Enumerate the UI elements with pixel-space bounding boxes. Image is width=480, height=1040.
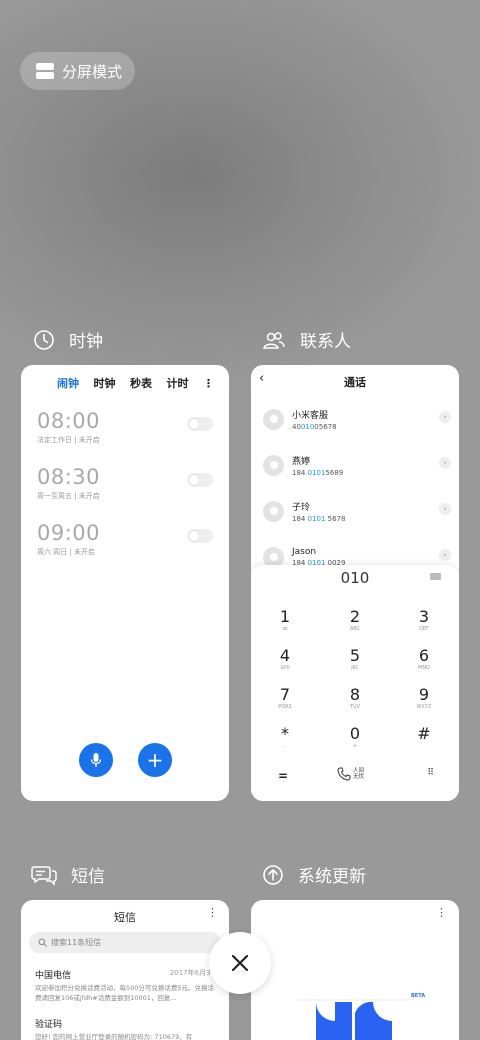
update-arrow-icon [263, 864, 283, 885]
contacts-icon [263, 331, 285, 349]
dial-key[interactable]: 0 + [330, 724, 380, 749]
dial-key[interactable]: 9 WXYZ [399, 685, 449, 710]
dial-key[interactable]: 3 DEF [399, 607, 449, 632]
alarm-item[interactable]: 09:00 周六 周日 | 未开启 [37, 521, 213, 565]
messages-app-card[interactable]: 短信 ⋮ 搜索11条短信 中国电信 2017年6月30 欢迎参加积分兑换话费活动… [21, 900, 229, 1040]
update-logo-graphic [297, 999, 409, 1040]
message-preview: 欢迎参加积分兑换话费活动，每500分可兑换话费5元。兑换话费请回复106或jfd… [35, 984, 215, 1002]
dialpad: 010 1ꝏ 2 ABC 3 DEF 4 GHI 5 JKL 6 MNO 7 PQRS 8T… [251, 565, 459, 801]
dial-key[interactable]: 5 JKL [330, 646, 380, 671]
voice-alarm-button[interactable] [79, 743, 113, 777]
contacts-app-card[interactable]: ‹ 通话 小米客服 4001005678 › 燕婷 184 01015689 ›… [251, 365, 459, 801]
contact-number: 184 0101 5678 [292, 514, 346, 523]
dial-key[interactable]: # [399, 724, 449, 743]
contacts-app-name: 联系人 [300, 332, 351, 352]
chevron-right-icon[interactable]: › [439, 411, 451, 423]
search-icon [38, 938, 47, 947]
message-preview: 您好! 您的网上营业厅登录的随机密码为: 710679，有 [35, 1033, 193, 1040]
dial-key[interactable]: *, [260, 724, 310, 749]
dial-key[interactable]: 1ꝏ [260, 607, 310, 632]
contact-item[interactable]: 小米客服 4001005678 › [263, 403, 451, 435]
dial-key[interactable]: 8 TUV [330, 685, 380, 710]
tab-alarm[interactable]: 闹钟 [57, 375, 79, 391]
calls-title: 通话 [344, 376, 366, 389]
avatar [263, 408, 284, 430]
clock-app-card[interactable]: 闹钟 时钟 秒表 计时 ⋮ 08:00 法定工作日 | 未开启 08:30 周一… [21, 365, 229, 801]
microphone-icon [90, 753, 102, 767]
dial-key[interactable]: 2 ABC [330, 607, 380, 632]
contact-name: 小米客服 [292, 410, 329, 421]
more-menu-icon[interactable]: ⋮ [203, 377, 214, 390]
dialpad-grid-icon[interactable]: ⠿ [427, 768, 434, 778]
alarm-item[interactable]: 08:30 周一至周五 | 未开启 [37, 465, 213, 509]
dial-key[interactable]: 7 PQRS [260, 685, 310, 710]
avatar [263, 454, 284, 476]
message-item[interactable]: 验证码 您好! 您的网上营业厅登录的随机密码为: 710679，有 [35, 1017, 215, 1040]
split-screen-label: 分屏模式 [62, 62, 123, 81]
alarm-desc: 法定工作日 | 未开启 [37, 436, 100, 444]
contact-name: Jason [292, 547, 317, 557]
contact-item[interactable]: 燕婷 184 01015689 › [263, 449, 451, 481]
chevron-right-icon[interactable]: › [439, 549, 451, 561]
dialpad-bottom-row: = 人间 无忧 ⠿ [251, 767, 459, 787]
dial-key[interactable]: 4 GHI [260, 646, 310, 671]
avatar [263, 500, 284, 522]
update-app-header: 系统更新 [262, 862, 366, 887]
more-menu-icon[interactable]: ⋮ [207, 906, 218, 919]
split-screen-button[interactable]: 分屏模式 [20, 52, 135, 90]
contact-number: 4001005678 [292, 422, 337, 431]
contact-name: 燕婷 [292, 456, 311, 467]
chevron-right-icon[interactable]: › [439, 457, 451, 469]
menu-lines-icon[interactable]: = [278, 769, 288, 783]
messages-app-name: 短信 [71, 867, 105, 887]
update-app-card[interactable]: ⋮ BETA [251, 900, 459, 1040]
alarm-desc: 周一至周五 | 未开启 [37, 492, 100, 500]
clock-tabs: 闹钟 时钟 秒表 计时 ⋮ [21, 365, 229, 391]
alarm-item[interactable]: 08:00 法定工作日 | 未开启 [37, 409, 213, 453]
clear-all-button[interactable] [209, 932, 271, 994]
alarm-desc: 周六 周日 | 未开启 [37, 548, 96, 556]
alarm-toggle[interactable] [187, 529, 213, 543]
clock-app-name: 时钟 [69, 332, 103, 352]
messages-title: 短信 [114, 911, 136, 924]
plus-icon: + [146, 748, 164, 772]
phone-icon [337, 767, 351, 781]
add-alarm-button[interactable]: + [138, 743, 172, 777]
call-button[interactable]: 人间 无忧 [337, 767, 364, 781]
contact-number: 184 01015689 [292, 468, 344, 477]
messages-app-header: 短信 [31, 862, 105, 887]
more-menu-icon[interactable]: ⋮ [436, 906, 447, 919]
contacts-app-header: 联系人 [262, 327, 351, 352]
message-date: 2017年6月30 [169, 969, 215, 977]
split-screen-icon [36, 63, 54, 79]
back-arrow-icon[interactable]: ‹ [259, 371, 264, 386]
beta-badge: BETA [411, 993, 426, 999]
dial-key[interactable]: 6 MNO [399, 646, 449, 671]
tab-clock[interactable]: 时钟 [94, 375, 116, 391]
message-bubble-icon [31, 865, 57, 886]
backspace-icon[interactable] [430, 573, 441, 580]
message-item[interactable]: 中国电信 2017年6月30 欢迎参加积分兑换话费活动，每500分可兑换话费5元… [35, 968, 215, 1003]
dialed-number: 010 [340, 569, 370, 587]
call-button-label: 人间 无忧 [353, 768, 365, 780]
close-icon [231, 954, 249, 972]
chevron-right-icon[interactable]: › [439, 503, 451, 515]
contact-item[interactable]: 子玲 184 0101 5678 › [263, 495, 451, 527]
clock-app-header: 时钟 [33, 327, 103, 352]
tab-timer[interactable]: 计时 [167, 375, 189, 391]
tab-stopwatch[interactable]: 秒表 [130, 375, 152, 391]
alarm-toggle[interactable] [187, 417, 213, 431]
clock-icon [34, 329, 54, 350]
alarm-toggle[interactable] [187, 473, 213, 487]
contact-name: 子玲 [292, 502, 311, 513]
update-app-name: 系统更新 [298, 867, 366, 887]
search-placeholder: 搜索11条短信 [51, 938, 102, 947]
message-sender: 验证码 [35, 1020, 63, 1030]
search-input[interactable]: 搜索11条短信 [29, 932, 221, 953]
